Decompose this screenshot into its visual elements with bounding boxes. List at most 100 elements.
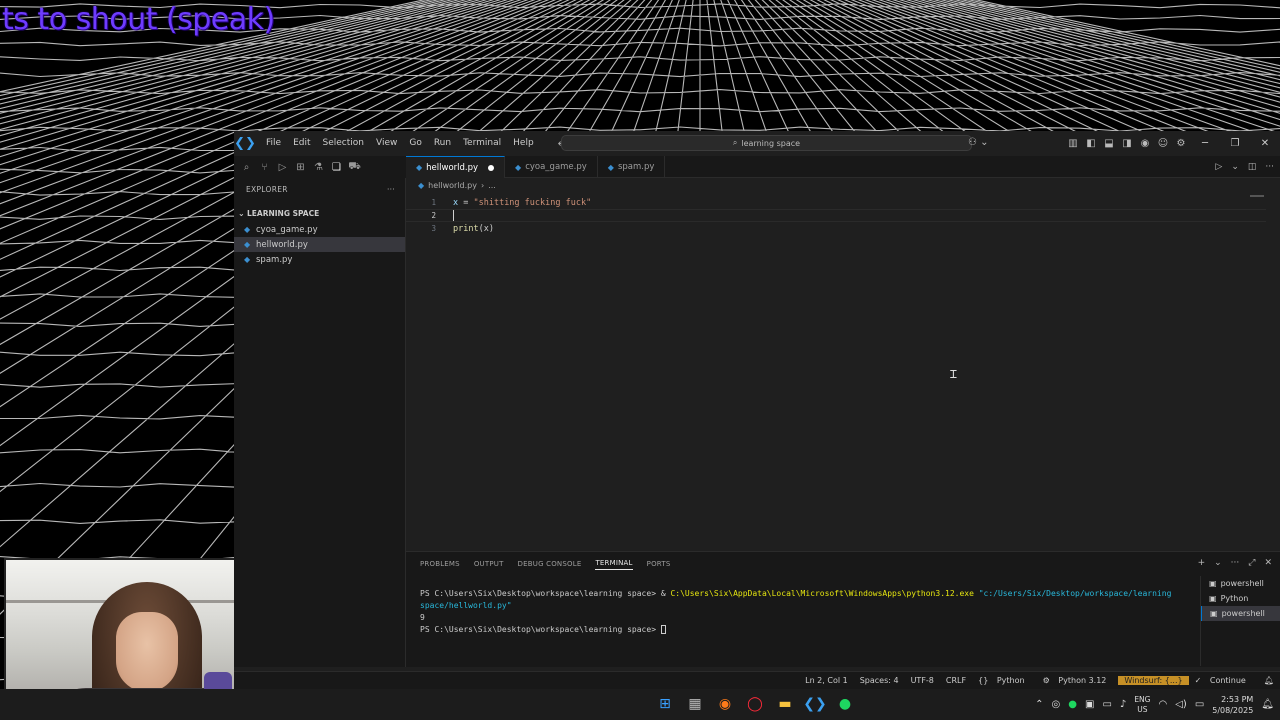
toggle-panel-icon[interactable]: ⬓	[1100, 138, 1118, 149]
workspace-folder[interactable]: ⌄ LEARNING SPACE	[234, 204, 405, 222]
status-windsurf[interactable]: Windsurf: {...}	[1118, 676, 1189, 685]
menu-help[interactable]: Help	[507, 131, 540, 156]
minimap[interactable]	[1250, 195, 1264, 197]
code-editor[interactable]: 1 x = "shitting fucking fuck" 2 3 print(…	[406, 193, 1280, 551]
file-item-cyoa-game[interactable]: ◆ cyoa_game.py	[234, 222, 405, 237]
windows-start-icon[interactable]: ⊞	[655, 693, 675, 715]
run-debug-icon[interactable]: ▷	[276, 161, 289, 174]
volume-icon[interactable]: ◁)	[1175, 699, 1187, 710]
tray-app-icon[interactable]: ▭	[1102, 699, 1111, 710]
file-item-spam[interactable]: ◆ spam.py	[234, 252, 405, 267]
minimize-button[interactable]: ─	[1190, 138, 1220, 149]
opera-app-icon[interactable]: ◯	[745, 693, 765, 715]
notification-bell-icon[interactable]: 🔔︎	[1261, 699, 1274, 710]
status-language[interactable]: {} Python	[972, 676, 1036, 685]
tray-app-icon[interactable]: ◎	[1052, 699, 1061, 710]
menu-run[interactable]: Run	[428, 131, 457, 156]
unsaved-dot-icon[interactable]	[488, 164, 495, 171]
tab-debug-console[interactable]: DEBUG CONSOLE	[518, 560, 582, 568]
menu-file[interactable]: File	[260, 131, 287, 156]
source-control-icon[interactable]: ⑂	[258, 161, 271, 174]
clock[interactable]: 2:53 PM 5/08/2025	[1212, 694, 1253, 716]
tab-output[interactable]: OUTPUT	[474, 560, 504, 568]
microphone-icon[interactable]: ♪	[1120, 699, 1126, 710]
status-encoding[interactable]: UTF-8	[905, 676, 940, 685]
menu-view[interactable]: View	[370, 131, 403, 156]
status-interpreter[interactable]: ⚙ Python 3.12	[1037, 676, 1119, 685]
explorer-icon[interactable]: ❏	[330, 161, 343, 174]
battery-icon[interactable]: ▭	[1195, 699, 1204, 710]
status-cursor-position[interactable]: Ln 2, Col 1	[799, 676, 854, 685]
settings-gear-icon[interactable]: ⚙	[1172, 138, 1190, 149]
tab-ports[interactable]: PORTS	[647, 560, 671, 568]
toggle-sidebar-icon[interactable]: ◧	[1082, 138, 1100, 149]
vscode-app-icon[interactable]: ❮❯	[803, 693, 826, 715]
terminal-list: ▣ powershell ▣ Python ▣ powershell	[1200, 576, 1280, 666]
file-explorer-app-icon[interactable]: ▬	[775, 693, 795, 715]
more-actions-icon[interactable]: ···	[1231, 558, 1240, 568]
close-button[interactable]: ✕	[1250, 138, 1280, 149]
account-icon[interactable]: ☺	[1154, 138, 1172, 149]
tab-terminal[interactable]: TERMINAL	[595, 559, 633, 570]
search-icon[interactable]: ⌕	[240, 161, 253, 174]
python-file-icon: ◆	[244, 240, 251, 249]
terminal-item-powershell[interactable]: ▣ powershell	[1201, 576, 1280, 591]
customize-layout-icon[interactable]: ▥	[1064, 138, 1082, 149]
spotify-app-icon[interactable]: ●	[835, 693, 855, 715]
split-editor-icon[interactable]: ◫	[1248, 162, 1257, 172]
restore-button[interactable]: ❐	[1220, 138, 1250, 149]
testing-icon[interactable]: ⚗	[312, 161, 325, 174]
run-file-icon[interactable]: ▷	[1215, 162, 1222, 172]
chevron-up-icon[interactable]: ⌃	[1035, 699, 1043, 710]
spotify-tray-icon[interactable]: ●	[1068, 699, 1077, 710]
tab-cyoa-game[interactable]: ◆ cyoa_game.py	[505, 156, 598, 178]
notifications-bell-icon[interactable]: 🔔︎	[1258, 676, 1280, 685]
extensions-icon[interactable]: ⊞	[294, 161, 307, 174]
copilot-icon[interactable]: ⚇ ⌄	[968, 137, 989, 148]
calculator-app-icon[interactable]: ▦	[685, 693, 705, 715]
activity-bar: ⌕ ⑂ ▷ ⊞ ⚗ ❏ ⛟	[234, 156, 406, 178]
tab-spam[interactable]: ◆ spam.py	[598, 156, 666, 178]
file-item-hellworld[interactable]: ◆ hellworld.py	[234, 237, 405, 252]
language-indicator[interactable]: ENG US	[1134, 695, 1150, 715]
more-actions-icon[interactable]: ···	[1265, 162, 1274, 172]
menu-selection[interactable]: Selection	[317, 131, 370, 156]
close-panel-icon[interactable]: ✕	[1264, 558, 1272, 568]
text-caret	[453, 210, 454, 221]
wifi-icon[interactable]: ◠	[1158, 699, 1167, 710]
toggle-secondary-sidebar-icon[interactable]: ◨	[1118, 138, 1136, 149]
menu-go[interactable]: Go	[403, 131, 427, 156]
tab-problems[interactable]: PROBLEMS	[420, 560, 460, 568]
breadcrumb-file[interactable]: hellworld.py	[428, 181, 477, 190]
breadcrumb-symbols[interactable]: ...	[488, 181, 496, 190]
status-bar: Ln 2, Col 1 Spaces: 4 UTF-8 CRLF {} Pyth…	[234, 671, 1280, 689]
explorer-sidebar: EXPLORER ··· ⌄ LEARNING SPACE ◆ cyoa_gam…	[234, 178, 406, 667]
code-line: 3 print(x)	[431, 223, 494, 234]
terminal-item-powershell-active[interactable]: ▣ powershell	[1201, 606, 1280, 621]
tray-app-icon[interactable]: ▣	[1085, 699, 1094, 710]
search-icon: ⌕	[732, 138, 738, 147]
chevron-down-icon[interactable]: ⌄	[1231, 162, 1239, 172]
python-file-icon: ◆	[244, 255, 251, 264]
chevron-down-icon[interactable]: ⌄	[1214, 558, 1222, 568]
new-terminal-icon[interactable]: +	[1198, 558, 1206, 568]
python-file-icon: ◆	[515, 162, 522, 172]
terminal-output[interactable]: PS C:\Users\Six\Desktop\workspace\learni…	[420, 588, 1200, 636]
accounts-icon[interactable]: ◉	[1136, 138, 1154, 149]
status-indentation[interactable]: Spaces: 4	[854, 676, 905, 685]
menu-terminal[interactable]: Terminal	[457, 131, 507, 156]
status-eol[interactable]: CRLF	[940, 676, 972, 685]
chevron-down-icon: ⌄	[238, 208, 245, 218]
vscode-window: ❮❯ File Edit Selection View Go Run Termi…	[234, 131, 1280, 689]
more-actions-icon[interactable]: ···	[387, 185, 395, 194]
status-continue[interactable]: ✓ Continue	[1189, 676, 1258, 685]
remote-explorer-icon[interactable]: ⛟	[348, 161, 361, 174]
terminal-item-python[interactable]: ▣ Python	[1201, 591, 1280, 606]
workspace-folder-label: LEARNING SPACE	[247, 208, 320, 218]
menu-edit[interactable]: Edit	[287, 131, 316, 156]
firefox-app-icon[interactable]: ◉	[715, 693, 735, 715]
maximize-panel-icon[interactable]: ⤢	[1248, 558, 1255, 568]
bottom-panel: PROBLEMS OUTPUT DEBUG CONSOLE TERMINAL P…	[406, 551, 1280, 667]
command-center-search[interactable]: ⌕ learning space	[561, 135, 972, 151]
tab-hellworld[interactable]: ◆ hellworld.py	[406, 156, 506, 178]
